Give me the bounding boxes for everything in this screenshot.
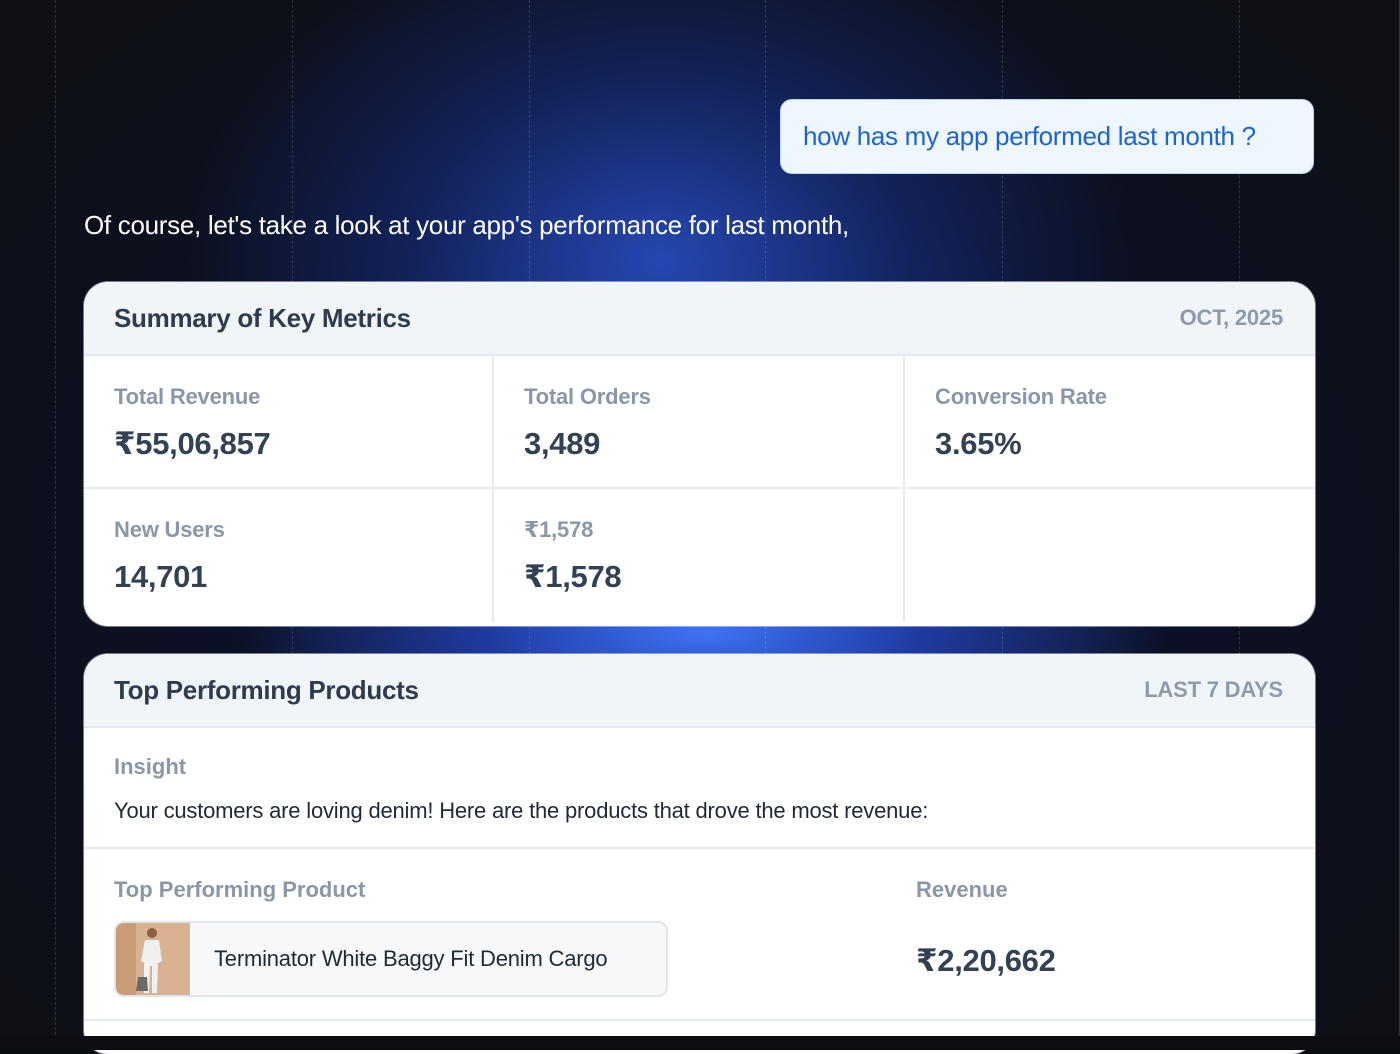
product-photo-icon: [116, 923, 190, 995]
metric-value: ₹55,06,857: [114, 426, 271, 461]
metric-average-order: ₹1,578 ₹1,578: [494, 489, 905, 622]
user-message-bubble: how has my app performed last month ?: [780, 99, 1314, 174]
metric-total-revenue: Total Revenue ₹55,06,857: [84, 356, 494, 489]
column-header-revenue: Revenue: [916, 877, 1008, 902]
product-revenue: ₹2,20,662: [916, 943, 1056, 978]
summary-card: Summary of Key Metrics OCT, 2025 Total R…: [84, 282, 1315, 626]
products-card-header: Top Performing Products LAST 7 DAYS: [84, 654, 1315, 728]
summary-card-period: OCT, 2025: [1179, 305, 1284, 330]
metric-value: 3,489: [524, 426, 601, 461]
metric-new-users: New Users 14,701: [84, 489, 494, 622]
products-card-period: LAST 7 DAYS: [1144, 677, 1283, 702]
products-table: Top Performing Product Revenue Terminato…: [84, 849, 1315, 1029]
products-card: Top Performing Products LAST 7 DAYS Insi…: [84, 654, 1315, 1054]
metric-label: ₹1,578: [524, 517, 594, 542]
metric-label: Total Revenue: [114, 384, 261, 409]
metric-label: New Users: [114, 517, 225, 542]
insight-section: Insight Your customers are loving denim!…: [84, 728, 1315, 849]
bottom-edge: [0, 1036, 1400, 1050]
metric-label: Conversion Rate: [935, 384, 1107, 409]
row-divider: [84, 1019, 1315, 1021]
products-card-title: Top Performing Products: [114, 674, 419, 705]
metric-value: 14,701: [114, 559, 208, 594]
assistant-message-text: Of course, let's take a look at your app…: [84, 210, 849, 240]
product-name: Terminator White Baggy Fit Denim Cargo: [190, 923, 666, 995]
product-thumbnail: [116, 923, 190, 995]
metrics-grid: Total Revenue ₹55,06,857 Total Orders 3,…: [84, 356, 1315, 622]
summary-card-title: Summary of Key Metrics: [114, 302, 411, 333]
insight-text: Your customers are loving denim! Here ar…: [114, 798, 929, 823]
insight-label: Insight: [114, 754, 187, 779]
metric-total-orders: Total Orders 3,489: [494, 356, 905, 489]
grid-line: [55, 0, 56, 1050]
window-frame: [1393, 0, 1400, 1041]
metric-conversion-rate: Conversion Rate 3.65%: [905, 356, 1315, 489]
column-header-product: Top Performing Product: [114, 877, 366, 902]
user-message-text: how has my app performed last month ?: [803, 121, 1256, 151]
metric-label: Total Orders: [524, 384, 651, 409]
product-chip[interactable]: Terminator White Baggy Fit Denim Cargo: [114, 921, 668, 997]
metric-value: 3.65%: [935, 426, 1022, 461]
metric-empty-cell: [905, 489, 1315, 622]
metric-value: ₹1,578: [524, 559, 622, 594]
summary-card-header: Summary of Key Metrics OCT, 2025: [84, 282, 1315, 356]
